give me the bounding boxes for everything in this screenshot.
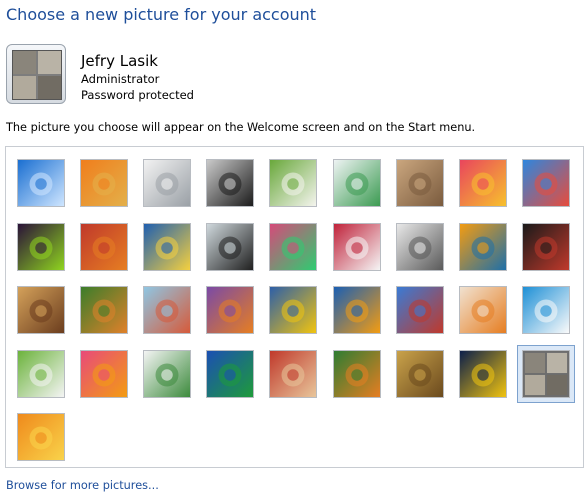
picture-pattern-cloth[interactable] — [269, 349, 318, 398]
picture-sunflower[interactable] — [269, 286, 318, 334]
picture-gyroscope[interactable] — [332, 159, 381, 207]
picture-crayons[interactable] — [269, 222, 318, 271]
picture-border-collie[interactable] — [206, 222, 255, 271]
picture-yellow-leaf[interactable] — [143, 222, 192, 271]
picture-ferris-wheel[interactable] — [521, 159, 570, 207]
picture-scarves[interactable] — [206, 286, 255, 334]
picture-kitten[interactable] — [395, 159, 444, 207]
picture-description: The picture you choose will appear on th… — [6, 121, 476, 134]
picture-tin-robot[interactable] — [143, 286, 192, 334]
picture-gerbera[interactable] — [17, 413, 65, 461]
picture-grid — [5, 146, 584, 468]
picture-ball[interactable] — [17, 222, 65, 271]
picture-woven-basket[interactable] — [395, 349, 444, 398]
picture-robot[interactable] — [143, 159, 192, 207]
picture-window[interactable] — [206, 349, 255, 398]
user-role: Administrator — [81, 72, 160, 86]
picture-stairs[interactable] — [458, 222, 507, 271]
picture-flower[interactable] — [458, 159, 507, 207]
picture-pink-fabric[interactable] — [80, 349, 129, 398]
picture-star-lantern[interactable] — [332, 222, 381, 271]
picture-user-photo[interactable] — [516, 344, 575, 403]
picture-fish[interactable] — [332, 286, 381, 334]
picture-hot-air-balloon[interactable] — [395, 286, 444, 334]
picture-lucky-cat[interactable] — [269, 159, 318, 207]
picture-guitar[interactable] — [17, 286, 65, 334]
user-photo-collage — [12, 50, 62, 100]
picture-lighthouse[interactable] — [458, 349, 507, 398]
browse-more-pictures-link[interactable]: Browse for more pictures... — [6, 479, 159, 492]
picture-butterfly[interactable] — [332, 349, 381, 398]
picture-pomeranian[interactable] — [80, 286, 129, 334]
picture-fabric-stripes[interactable] — [80, 222, 129, 271]
picture-doll[interactable] — [458, 286, 507, 334]
picture-sailboat[interactable] — [521, 286, 570, 334]
picture-soccer-ball[interactable] — [17, 349, 65, 398]
picture-origami-crane[interactable] — [521, 222, 570, 271]
current-user-picture — [6, 44, 66, 104]
user-name: Jefry Lasik — [81, 52, 158, 70]
picture-rollercoaster[interactable] — [17, 159, 65, 207]
page-title: Choose a new picture for your account — [6, 5, 317, 24]
picture-jacks[interactable] — [395, 222, 444, 271]
picture-marbles[interactable] — [143, 349, 192, 398]
picture-starfish[interactable] — [80, 159, 129, 207]
picture-turntable[interactable] — [206, 159, 255, 207]
user-password-status: Password protected — [81, 88, 194, 102]
